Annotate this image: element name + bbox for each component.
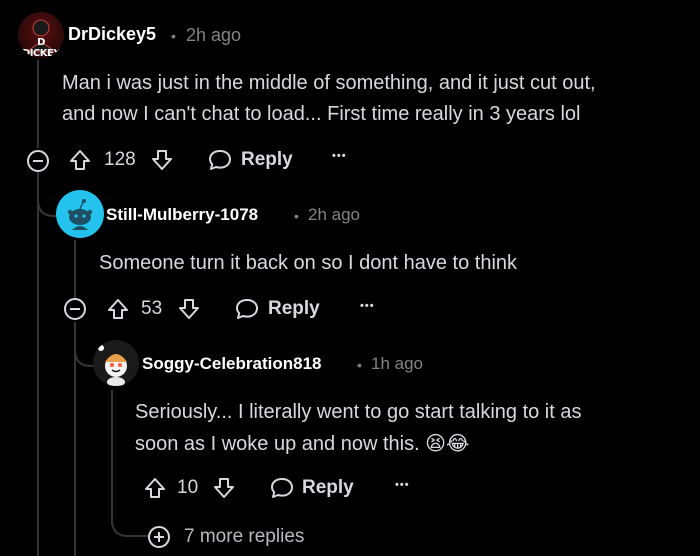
avatar[interactable]: D DICKEY	[18, 12, 64, 58]
meta-separator: •	[357, 357, 362, 373]
downvote-icon[interactable]	[150, 148, 174, 172]
collapse-thread-button[interactable]	[64, 298, 86, 320]
avatar[interactable]	[56, 190, 104, 238]
more-options-button[interactable]: •••	[395, 479, 410, 491]
comment-timestamp[interactable]: 2h ago	[186, 25, 241, 46]
thread-branch-3	[111, 500, 150, 537]
comment-body-line: and now I can't chat to load... First ti…	[62, 103, 581, 125]
meta-separator: •	[171, 28, 176, 44]
downvote-icon[interactable]	[177, 297, 201, 321]
more-options-button[interactable]: •••	[332, 150, 347, 162]
comment-body-line: soon as I woke up and now this. 😫😂	[135, 433, 470, 455]
snoo-avatar-image	[98, 345, 127, 386]
comment-body-line: Seriously... I literally went to go star…	[135, 401, 582, 423]
comment-body-line: Man i was just in the middle of somethin…	[62, 72, 596, 94]
snoo-avatar-image	[67, 199, 93, 230]
reply-button[interactable]: Reply	[241, 149, 293, 171]
more-options-button[interactable]: •••	[360, 300, 375, 312]
reply-button[interactable]: Reply	[302, 477, 354, 499]
comment-bubble-icon[interactable]	[234, 297, 260, 321]
avatar-label: D DICKEY	[21, 37, 61, 58]
comment-timestamp[interactable]: 2h ago	[308, 205, 360, 225]
avatar[interactable]	[93, 340, 139, 386]
upvote-icon[interactable]	[68, 148, 92, 172]
upvote-icon[interactable]	[106, 297, 130, 321]
downvote-icon[interactable]	[212, 476, 236, 500]
comment-bubble-icon[interactable]	[269, 476, 295, 500]
meta-separator: •	[294, 208, 299, 224]
comment-timestamp[interactable]: 1h ago	[371, 354, 423, 374]
comment-author[interactable]: DrDickey5	[68, 24, 156, 45]
collapse-thread-button[interactable]	[27, 150, 49, 172]
vote-count: 53	[141, 298, 163, 319]
thread-line-level1	[74, 240, 76, 300]
upvote-icon[interactable]	[143, 476, 167, 500]
comment-body-line: Someone turn it back on so I dont have t…	[99, 252, 518, 274]
thread-line-root	[37, 60, 39, 148]
more-replies-link[interactable]: 7 more replies	[184, 526, 304, 548]
comment-author[interactable]: Still-Mulberry-1078	[106, 205, 258, 225]
comment-author[interactable]: Soggy-Celebration818	[142, 354, 322, 374]
comment-bubble-icon[interactable]	[207, 148, 233, 172]
reply-button[interactable]: Reply	[268, 298, 320, 320]
thread-line-continue	[37, 172, 39, 556]
vote-count: 128	[104, 149, 136, 170]
expand-replies-icon[interactable]	[148, 526, 170, 548]
vote-count: 10	[177, 477, 199, 498]
